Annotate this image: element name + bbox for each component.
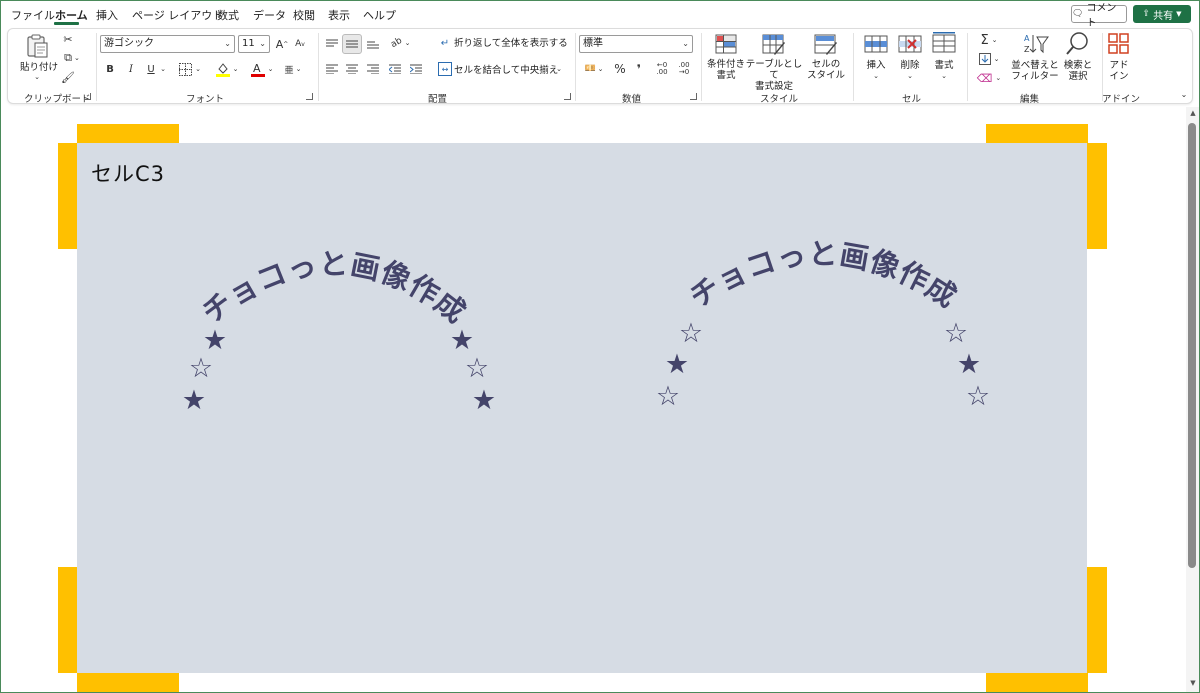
star-icon: ★ <box>957 349 981 380</box>
arc-text-art: チョコっと画像作成 チョコっと画像作成 ★ ☆ ★ ★ ☆ ★ ☆ ★ ☆ ☆ … <box>182 237 990 416</box>
star-icon: ★ <box>203 325 227 356</box>
star-icon: ☆ <box>656 381 680 412</box>
star-icon: ★ <box>665 349 689 380</box>
excel-window: ファイル ホーム 挿入 ページ レイアウト 数式 データ 校閲 表示 ヘルプ 🗨… <box>0 0 1200 693</box>
star-icon: ☆ <box>966 381 990 412</box>
scroll-down-icon[interactable]: ▼ <box>1187 679 1199 689</box>
scroll-up-icon[interactable]: ▲ <box>1187 109 1199 119</box>
scrollbar-thumb[interactable] <box>1188 123 1196 568</box>
star-icon: ★ <box>450 325 474 356</box>
arc-title-left: チョコっと画像作成 <box>196 247 473 330</box>
star-icon: ★ <box>472 385 496 416</box>
star-icon: ★ <box>182 385 206 416</box>
star-icon: ☆ <box>679 318 703 349</box>
arc-title-right: チョコっと画像作成 <box>683 237 963 314</box>
star-icon: ☆ <box>944 318 968 349</box>
star-icon: ☆ <box>465 353 489 384</box>
star-icon: ☆ <box>189 353 213 384</box>
